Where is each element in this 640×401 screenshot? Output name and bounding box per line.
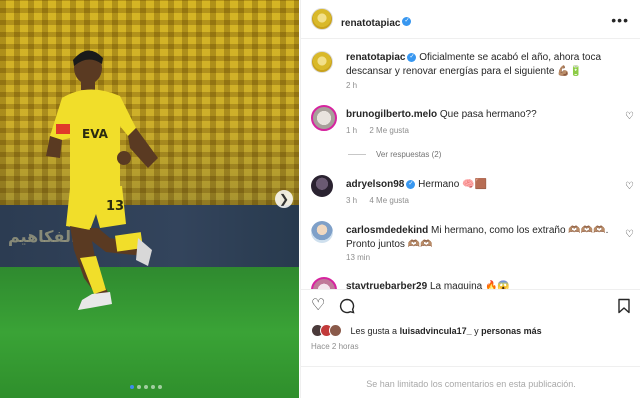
likes-conj: y <box>474 325 479 336</box>
likes-others[interactable]: personas más <box>481 326 542 336</box>
svg-text:EVA: EVA <box>82 127 109 141</box>
comment-icon[interactable] <box>339 298 355 314</box>
like-comment-heart-icon[interactable]: ♡ <box>625 181 634 192</box>
player-figure: EVA 13 <box>46 50 158 310</box>
next-image-button[interactable]: ❯ <box>275 190 293 208</box>
post-header: renatotapiac ✓ ••• <box>301 0 640 39</box>
post-photo[interactable]: الفكاهيم EVA 13 ❯ <box>0 0 299 398</box>
comment-text: La maquina 🔥😱 <box>429 281 510 289</box>
verified-badge-icon: ✓ <box>406 179 416 189</box>
comment-body: brunogilberto.melo Que pasa hermano?? <box>346 108 611 122</box>
view-replies-label: Ver respuestas (2) <box>376 150 442 159</box>
avatar[interactable] <box>311 277 337 289</box>
avatar[interactable] <box>311 8 333 30</box>
avatar[interactable] <box>311 51 333 73</box>
comments-list[interactable]: renatotapiac ✓ Oficialmente se acabó el a… <box>301 39 640 289</box>
like-comment-heart-icon[interactable]: ♡ <box>625 229 634 240</box>
comment-likes[interactable]: 2 Me gusta <box>369 126 409 135</box>
comment-username[interactable]: brunogilberto.melo <box>346 109 437 120</box>
caption-username[interactable]: renatotapiac <box>346 52 405 63</box>
comment-body: stavtruebarber29 La maquina 🔥😱 <box>346 280 611 289</box>
comment-text: Hermano 🧠🟫 <box>418 179 487 190</box>
caption-body: renatotapiac ✓ Oficialmente se acabó el a… <box>346 51 611 79</box>
carousel-dot[interactable] <box>130 385 134 389</box>
comments-limited-notice: Se han limitado los comentarios en esta … <box>301 366 640 399</box>
carousel-dot[interactable] <box>151 385 155 389</box>
comment-text: Que pasa hermano?? <box>439 109 537 120</box>
replies-divider <box>348 154 366 156</box>
comment-time: 13 min <box>346 253 371 262</box>
more-options-icon[interactable]: ••• <box>611 12 629 28</box>
comment-time: 1 h <box>346 126 358 135</box>
caption-meta: 2 h <box>346 81 367 90</box>
carousel-dots <box>130 385 162 389</box>
comment-body: adryelson98 ✓ Hermano 🧠🟫 <box>346 178 611 192</box>
carousel-dot[interactable] <box>158 385 162 389</box>
carousel-dot[interactable] <box>144 385 148 389</box>
avatar[interactable] <box>311 175 333 197</box>
likes-summary: Les gusta a luisadvincula17_ y personas … <box>311 324 542 339</box>
comment-meta: 13 min <box>346 253 380 262</box>
post-actions: ♡ <box>301 289 640 322</box>
comment-meta: 1 h 2 Me gusta <box>346 126 419 135</box>
like-heart-icon[interactable]: ♡ <box>311 298 325 314</box>
header-username[interactable]: renatotapiac <box>341 18 400 29</box>
comment-username[interactable]: stavtruebarber29 <box>346 281 427 289</box>
comment-username[interactable]: adryelson98 <box>346 179 404 190</box>
verified-badge-icon: ✓ <box>402 17 412 27</box>
comment-time: 3 h <box>346 196 358 205</box>
avatar <box>329 324 342 337</box>
post-time[interactable]: Hace 2 horas <box>311 342 359 351</box>
save-bookmark-icon[interactable] <box>617 298 631 314</box>
comment-username[interactable]: carlosmdedekind <box>346 225 428 236</box>
comment-meta: 3 h 4 Me gusta <box>346 196 419 205</box>
liker-avatars[interactable] <box>311 324 342 339</box>
caption-time: 2 h <box>346 81 358 90</box>
jersey-number: 13 <box>106 199 124 214</box>
view-replies-link[interactable]: Ver respuestas (2) <box>348 150 441 159</box>
comment-body: carlosmdedekind Mi hermano, como los ext… <box>346 224 611 252</box>
carousel-dot[interactable] <box>137 385 141 389</box>
avatar[interactable] <box>311 105 337 131</box>
comment-likes[interactable]: 4 Me gusta <box>369 196 409 205</box>
verified-badge-icon: ✓ <box>407 52 417 62</box>
like-comment-heart-icon[interactable]: ♡ <box>625 111 634 122</box>
likes-user[interactable]: luisadvincula17_ <box>400 326 472 336</box>
avatar[interactable] <box>311 221 333 243</box>
likes-prefix: Les gusta a <box>350 325 398 336</box>
post-side-panel: renatotapiac ✓ ••• renatotapiac ✓ Oficialm… <box>300 0 640 398</box>
